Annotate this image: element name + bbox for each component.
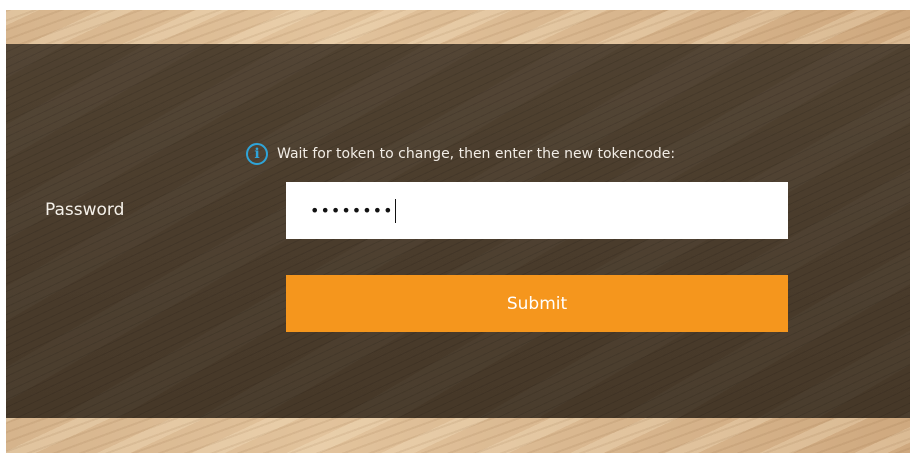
wood-background: i Wait for token to change, then enter t… — [6, 10, 910, 453]
login-panel: i Wait for token to change, then enter t… — [6, 44, 910, 418]
info-icon: i — [246, 143, 268, 165]
info-message: Wait for token to change, then enter the… — [277, 146, 676, 162]
info-message-row: i Wait for token to change, then enter t… — [246, 140, 675, 168]
password-value: •••••••• — [310, 201, 394, 220]
text-caret — [394, 198, 396, 223]
submit-button[interactable]: Submit — [286, 275, 788, 332]
password-input[interactable]: •••••••• — [286, 182, 788, 239]
password-label: Password — [45, 200, 125, 220]
